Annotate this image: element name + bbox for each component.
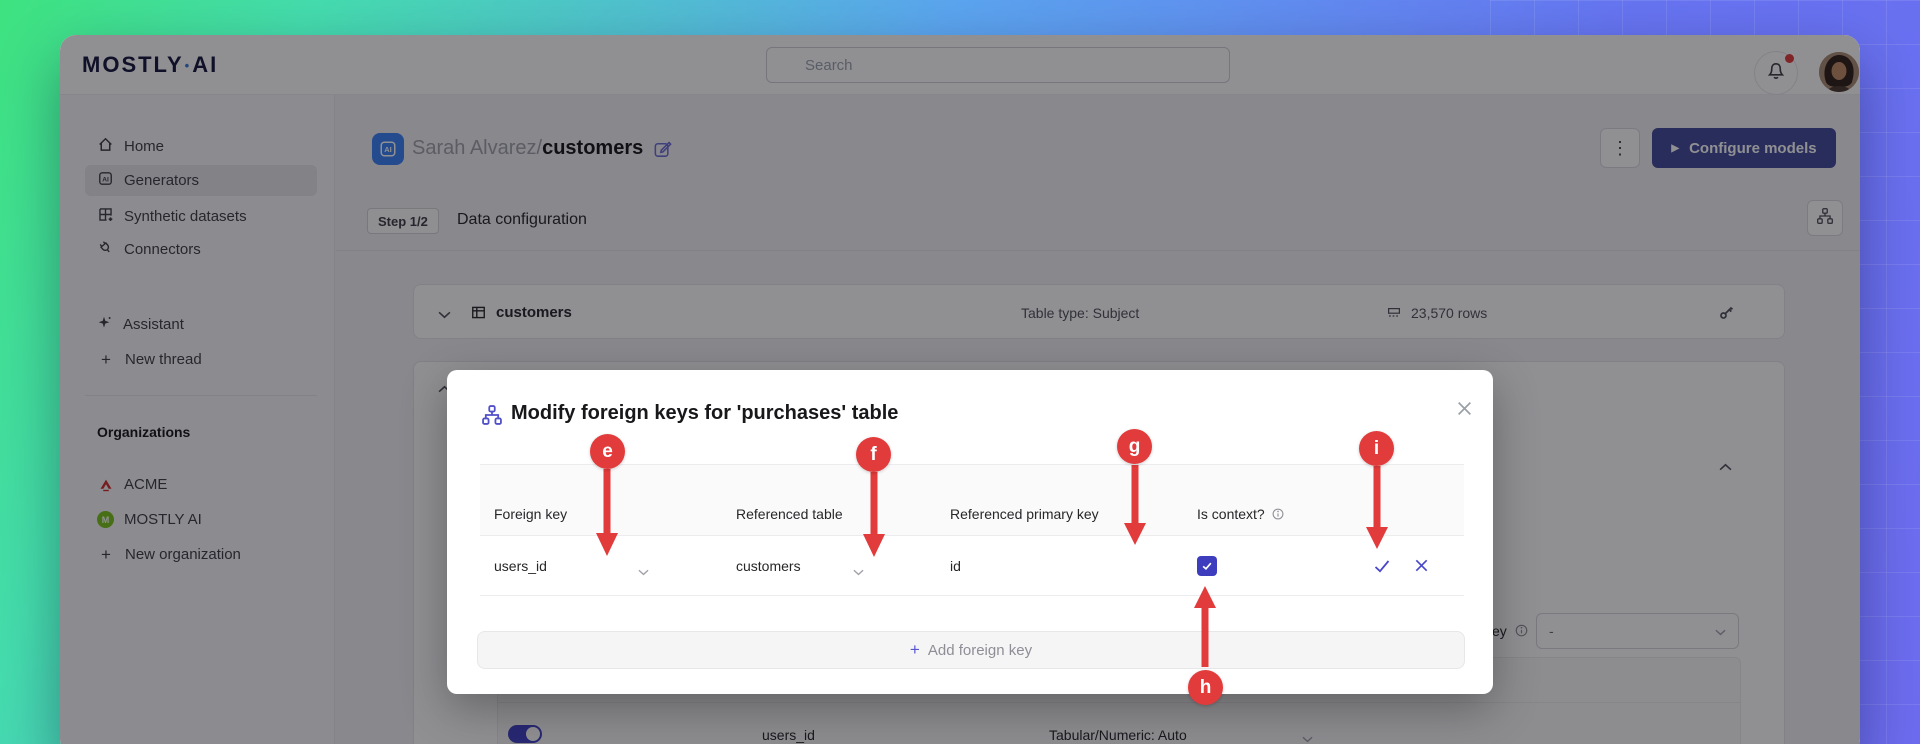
foreign-keys-table: Foreign key Referenced table Referenced …: [480, 464, 1464, 596]
column-header-is-context: Is context?: [1183, 465, 1343, 535]
column-header: Referenced primary key: [950, 506, 1099, 522]
close-icon: [1456, 400, 1473, 422]
row-actions-cell: [1343, 536, 1464, 595]
foreign-keys-modal: Modify foreign keys for 'purchases' tabl…: [447, 370, 1493, 694]
annotation-badge-f: f: [856, 437, 891, 472]
chevron-down-icon: [853, 563, 864, 579]
info-icon[interactable]: [1271, 507, 1285, 521]
add-foreign-key-button[interactable]: + Add foreign key: [477, 631, 1465, 669]
modal-title: Modify foreign keys for 'purchases' tabl…: [511, 402, 899, 424]
referenced-primary-key-cell: id: [936, 536, 1183, 595]
foreign-key-value: users_id: [494, 557, 547, 574]
annotation-badge-h: h: [1188, 670, 1223, 705]
annotation-badge-i: i: [1359, 431, 1394, 466]
hierarchy-icon: [481, 404, 503, 431]
annotation-badge-e: e: [590, 434, 625, 469]
referenced-table-value: customers: [736, 557, 801, 574]
foreign-key-select[interactable]: users_id: [480, 536, 722, 595]
is-context-cell: [1183, 536, 1343, 595]
modal-close-button[interactable]: [1451, 398, 1477, 424]
column-header: Foreign key: [494, 506, 568, 522]
column-header-actions: [1343, 465, 1464, 535]
confirm-row-button[interactable]: [1373, 557, 1391, 575]
delete-row-button[interactable]: [1413, 557, 1430, 574]
foreign-key-row: users_id customers id: [480, 536, 1464, 596]
referenced-table-select[interactable]: customers: [722, 536, 936, 595]
screen: MOSTLY • AI Search Home AI Generators Sy…: [0, 0, 1920, 744]
add-foreign-key-label: Add foreign key: [927, 641, 1033, 659]
annotation-badge-g: g: [1117, 429, 1152, 464]
column-header: Referenced table: [736, 506, 843, 522]
chevron-down-icon: [638, 563, 649, 579]
table-header-row: Foreign key Referenced table Referenced …: [480, 464, 1464, 536]
column-header-label: Is context?: [1197, 506, 1265, 522]
plus-icon: +: [909, 640, 920, 659]
referenced-primary-key-value: id: [950, 557, 961, 574]
is-context-checkbox[interactable]: [1197, 555, 1217, 576]
